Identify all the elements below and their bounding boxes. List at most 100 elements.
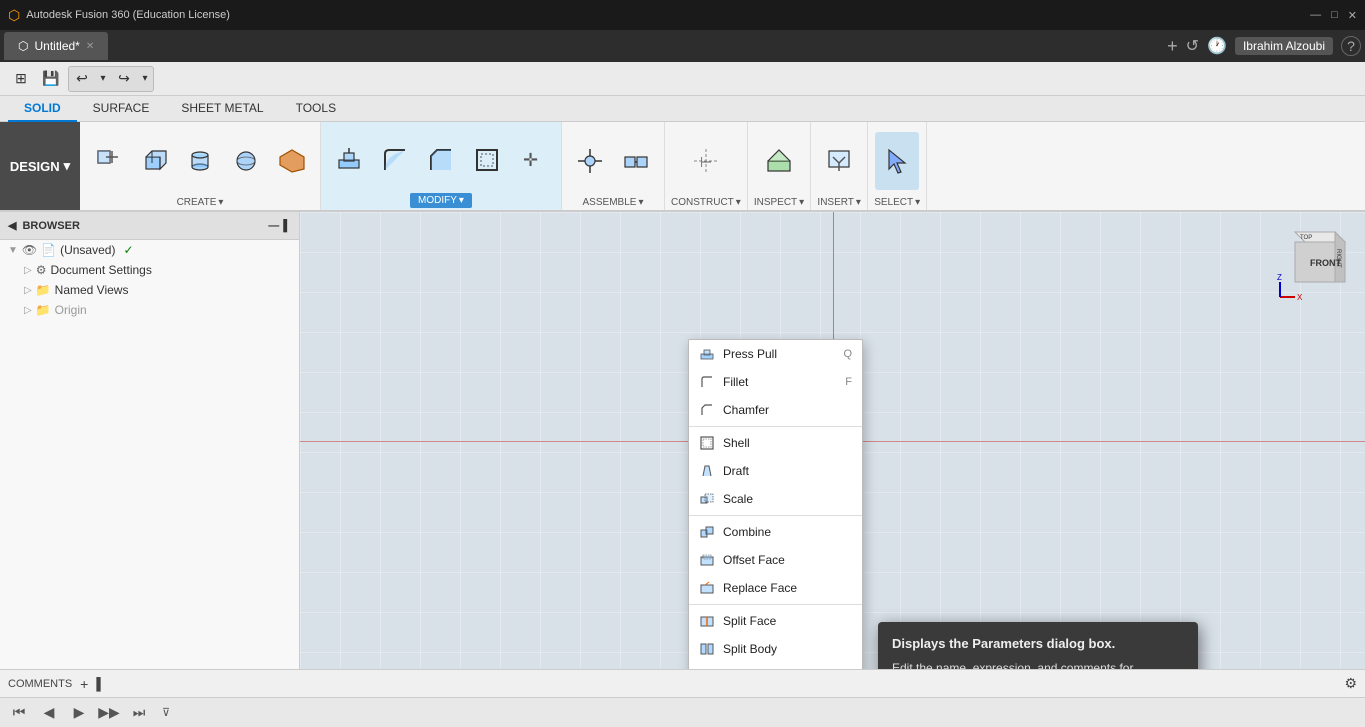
menu-item-combine[interactable]: Combine xyxy=(689,518,862,546)
menu-item-scale[interactable]: Scale xyxy=(689,485,862,513)
doc-settings-label: Document Settings xyxy=(50,263,151,277)
browser-item-root[interactable]: ▼ 👁 📄 (Unsaved) ✓ xyxy=(0,240,299,260)
fillet-btn[interactable] xyxy=(373,131,417,189)
menu-item-chamfer[interactable]: Chamfer xyxy=(689,396,862,424)
create-box-btn[interactable] xyxy=(132,132,176,190)
modify-section: ✛ MODIFY ▾ xyxy=(321,122,562,210)
construct-plane-btn[interactable]: ⊢ xyxy=(684,132,728,190)
select-label[interactable]: SELECT ▾ xyxy=(874,195,920,208)
user-name[interactable]: Ibrahim Alzoubi xyxy=(1235,37,1333,55)
nav-last-btn[interactable]: ⏭ xyxy=(128,702,150,724)
help-icon[interactable]: ? xyxy=(1341,36,1361,56)
refresh-icon[interactable]: ↺ xyxy=(1186,36,1199,56)
press-pull-menu-icon xyxy=(699,346,715,362)
menu-separator-3 xyxy=(689,604,862,605)
menu-item-split-face[interactable]: Split Face xyxy=(689,607,862,635)
design-button[interactable]: DESIGN ▾ xyxy=(0,122,80,210)
menu-item-split-body[interactable]: Split Body xyxy=(689,635,862,663)
assemble-label[interactable]: ASSEMBLE ▾ xyxy=(583,195,644,208)
nav-next-btn[interactable]: ▶▶ xyxy=(98,702,120,724)
doc-settings-gear-icon: ⚙ xyxy=(36,263,47,277)
menu-item-replace-face[interactable]: Replace Face xyxy=(689,574,862,602)
modify-dropdown-menu: Press Pull Q Fillet F Chamfer xyxy=(688,339,863,669)
inspect-label[interactable]: INSPECT ▾ xyxy=(754,195,804,208)
create-new-component-btn[interactable] xyxy=(86,132,130,190)
assemble-section: ASSEMBLE ▾ xyxy=(562,122,665,210)
nav-prev-btn[interactable]: ◀ xyxy=(38,702,60,724)
tab-close-icon[interactable]: ✕ xyxy=(86,41,94,52)
construct-section: ⊢ CONSTRUCT ▾ xyxy=(665,122,748,210)
browser-collapse-icon[interactable]: — xyxy=(268,220,279,232)
split-face-menu-icon xyxy=(699,613,715,629)
select-btn[interactable] xyxy=(875,132,919,190)
shell-btn[interactable] xyxy=(465,131,509,189)
active-tab[interactable]: ⬡ Untitled* ✕ xyxy=(4,32,108,60)
save-button[interactable]: 💾 xyxy=(38,66,64,92)
browser-item-doc-settings[interactable]: ▷ ⚙ Document Settings xyxy=(0,260,299,280)
root-visibility-icon[interactable]: 👁 xyxy=(22,243,37,257)
title-controls[interactable]: — □ ✕ xyxy=(1310,9,1357,22)
undo-dropdown-icon[interactable]: ▾ xyxy=(95,66,111,92)
redo-dropdown-icon[interactable]: ▾ xyxy=(137,66,153,92)
comments-label: COMMENTS xyxy=(8,678,72,690)
menu-item-offset-face[interactable]: Offset Face xyxy=(689,546,862,574)
create-sphere-btn[interactable] xyxy=(224,132,268,190)
menu-item-silhouette-split[interactable]: Silhouette Split xyxy=(689,663,862,669)
joint-btn[interactable] xyxy=(568,132,612,190)
add-tab-icon[interactable]: + xyxy=(1167,36,1178,57)
canvas-area[interactable]: FRONT RIGHT TOP X Z ✛ Press Pull xyxy=(300,212,1365,669)
menu-item-shell[interactable]: Shell xyxy=(689,429,862,457)
inspect-icons xyxy=(757,126,801,195)
modify-label[interactable]: MODIFY ▾ xyxy=(410,193,472,208)
tab-tools[interactable]: TOOLS xyxy=(280,96,352,122)
fillet-icon xyxy=(380,145,410,175)
add-comment-icon[interactable]: + xyxy=(80,676,88,692)
menu-item-fillet[interactable]: Fillet F xyxy=(689,368,862,396)
undo-button[interactable]: ↩ xyxy=(69,66,95,92)
bottom-bar: ⏮ ◀ ▶ ▶▶ ⏭ ⊽ xyxy=(0,697,1365,727)
tab-sheet-metal[interactable]: SHEET METAL xyxy=(165,96,279,122)
create-pattern-btn[interactable] xyxy=(270,132,314,190)
replace-face-menu-icon xyxy=(699,580,715,596)
scale-menu-icon xyxy=(699,491,715,507)
view-cube[interactable]: FRONT RIGHT TOP X Z xyxy=(1275,222,1355,302)
split-body-menu-label: Split Body xyxy=(723,642,777,656)
browser-back-icon[interactable]: ◀ xyxy=(8,219,16,232)
app-logo-icon: ⬡ xyxy=(8,7,20,24)
construct-label[interactable]: CONSTRUCT ▾ xyxy=(671,195,741,208)
create-cylinder-btn[interactable] xyxy=(178,132,222,190)
redo-button[interactable]: ↪ xyxy=(111,66,137,92)
nav-first-btn[interactable]: ⏮ xyxy=(8,702,30,724)
press-pull-btn[interactable] xyxy=(327,131,371,189)
chamfer-menu-label: Chamfer xyxy=(723,403,769,417)
menu-item-press-pull[interactable]: Press Pull Q xyxy=(689,340,862,368)
close-icon[interactable]: ✕ xyxy=(1348,9,1357,22)
grid-icon[interactable]: ⊞ xyxy=(8,66,34,92)
tab-solid[interactable]: SOLID xyxy=(8,96,77,122)
shell-menu-icon xyxy=(699,435,715,451)
inspect-btn[interactable] xyxy=(757,132,801,190)
create-label[interactable]: CREATE ▾ xyxy=(177,195,224,208)
maximize-icon[interactable]: □ xyxy=(1331,9,1338,22)
settings-icon[interactable]: ⚙ xyxy=(1344,675,1357,692)
comments-expand-icon[interactable]: ▌ xyxy=(96,677,105,691)
browser-expand-icon[interactable]: ▌ xyxy=(283,220,291,232)
tab-surface[interactable]: SURFACE xyxy=(77,96,166,122)
press-pull-menu-label: Press Pull xyxy=(723,347,777,361)
design-dropdown-icon: ▾ xyxy=(64,158,71,174)
insert-btn[interactable] xyxy=(817,132,861,190)
timeline-filter-icon[interactable]: ⊽ xyxy=(162,706,170,719)
chamfer-btn[interactable] xyxy=(419,131,463,189)
as-built-joint-btn[interactable] xyxy=(614,132,658,190)
history-icon[interactable]: 🕐 xyxy=(1207,36,1227,56)
create-pattern-icon xyxy=(277,146,307,176)
ribbon: DESIGN ▾ xyxy=(0,122,1365,212)
insert-label[interactable]: INSERT ▾ xyxy=(817,195,861,208)
nav-play-btn[interactable]: ▶ xyxy=(68,702,90,724)
menu-item-draft[interactable]: Draft xyxy=(689,457,862,485)
move-copy-btn[interactable]: ✛ xyxy=(511,131,555,189)
browser-item-origin[interactable]: ▷ 📁 Origin xyxy=(0,300,299,320)
minimize-icon[interactable]: — xyxy=(1310,9,1321,22)
browser-item-named-views[interactable]: ▷ 📁 Named Views xyxy=(0,280,299,300)
insert-dropdown-icon: ▾ xyxy=(856,197,861,208)
